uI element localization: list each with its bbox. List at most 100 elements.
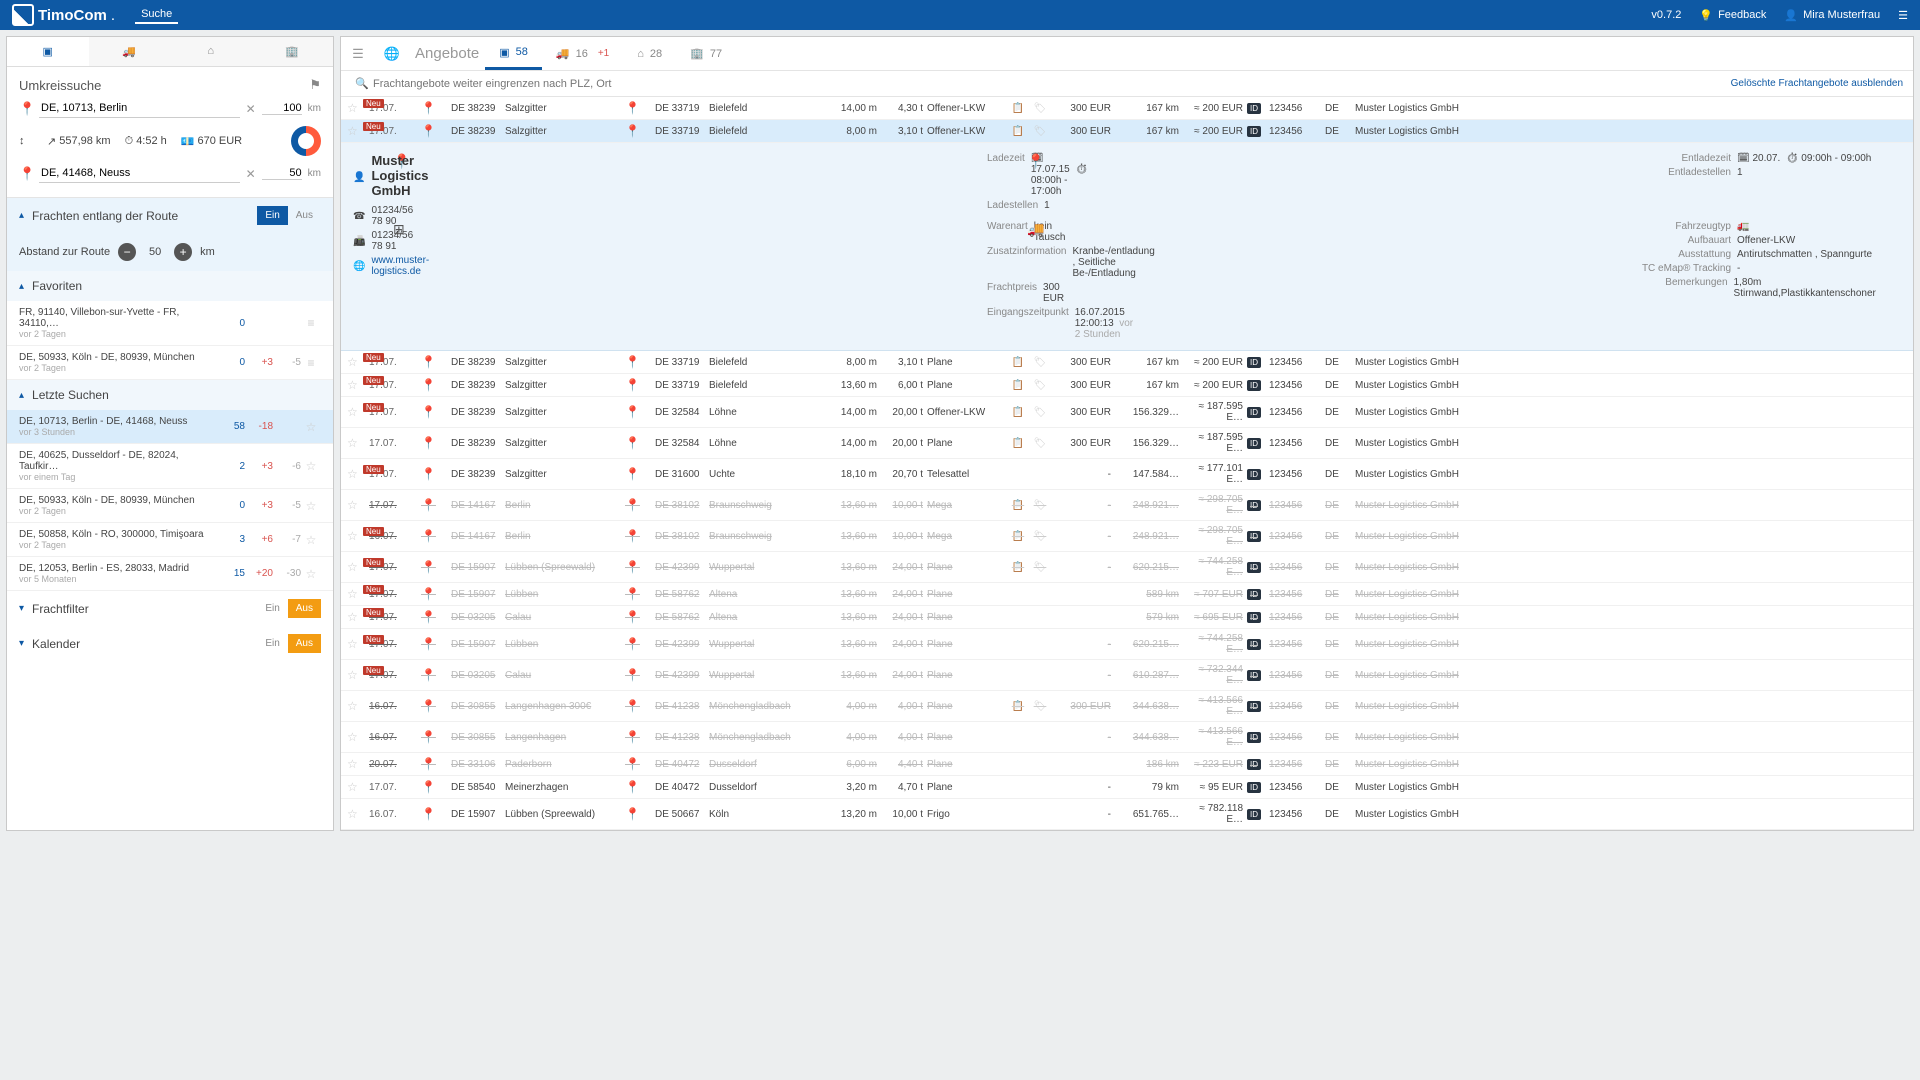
list-item[interactable]: FR, 91140, Villebon-sur-Yvette - FR, 341…	[7, 301, 333, 346]
id-badge: ID	[1247, 782, 1261, 793]
donut-chart	[291, 126, 321, 156]
user-menu[interactable]: 👤 Mira Musterfrau	[1784, 9, 1880, 22]
route-section[interactable]: ▴Frachten entlang der Route EinAus	[7, 198, 333, 233]
table-row[interactable]: ☆ Neu17.07. 📍 DE 38239 Salzgitter 📍 DE 3…	[341, 351, 1913, 374]
start-input[interactable]	[39, 99, 240, 118]
star-icon[interactable]: ☆	[347, 699, 369, 713]
phone-icon: ☎	[353, 211, 365, 222]
side-tab-freight-icon[interactable]: ▣	[7, 37, 89, 66]
hide-deleted-link[interactable]: Gelöschte Frachtangebote ausblenden	[1731, 78, 1903, 89]
table-row[interactable]: ☆ 16.07. 📍 DE 30855 Langenhagen 📍 DE 412…	[341, 722, 1913, 753]
tab-truck[interactable]: 🚚 16+1	[542, 37, 623, 70]
star-icon[interactable]: ☆	[347, 436, 369, 450]
list-item[interactable]: DE, 40625, Dusseldorf - DE, 82024, Taufk…	[7, 444, 333, 489]
feedback-link[interactable]: 💡 Feedback	[1699, 9, 1766, 22]
umkreis-panel: Umkreissuche⚑ 📍 ✕ km ↕ ↗ 557,98 km ⏱ 4:5…	[7, 67, 333, 198]
start-radius-input[interactable]	[262, 102, 302, 115]
side-tab-truck-icon[interactable]: 🚚	[89, 37, 171, 66]
id-badge: ID	[1247, 639, 1261, 650]
star-icon[interactable]: ☆	[347, 730, 369, 744]
star-icon[interactable]: ☆	[301, 533, 321, 547]
side-tab-building-icon[interactable]: 🏢	[252, 37, 334, 66]
dest-radius-input[interactable]	[262, 167, 302, 180]
recent-section[interactable]: ▴Letzte Suchen	[7, 380, 333, 410]
filter-icon[interactable]: ⚑	[309, 77, 321, 93]
row-detail: 📍 Ladezeit🗓 17.07.15 ⏱ 08:00h - 17:00h L…	[341, 143, 1913, 351]
list-item[interactable]: DE, 50858, Köln - RO, 300000, Timişoarav…	[7, 523, 333, 557]
angebote-label: Angebote	[409, 45, 485, 62]
umkreis-title: Umkreissuche	[19, 78, 101, 93]
metrics: ↕ ↗ 557,98 km ⏱ 4:52 h 💶 670 EUR	[19, 122, 321, 160]
id-badge: ID	[1247, 500, 1261, 511]
id-badge: ID	[1247, 380, 1261, 391]
table-row[interactable]: ☆ Neu17.07. 📍 DE 03205 Calau 📍 DE 42399 …	[341, 660, 1913, 691]
star-icon[interactable]: ☆	[301, 567, 321, 581]
star-icon[interactable]: ☆	[347, 807, 369, 821]
start-pin-icon: 📍	[19, 101, 33, 117]
fav-section[interactable]: ▴Favoriten	[7, 271, 333, 301]
plus-button[interactable]: +	[174, 243, 192, 261]
app-header: TimoCom. Suche v0.7.2 💡 Feedback 👤 Mira …	[0, 0, 1920, 30]
table-row[interactable]: ☆ 17.07. 📍 DE 58540 Meinerzhagen 📍 DE 40…	[341, 776, 1913, 799]
list-item[interactable]: DE, 50933, Köln - DE, 80939, Münchenvor …	[7, 489, 333, 523]
table-row[interactable]: ☆ Neu16.07. 📍 DE 14167 Berlin 📍 DE 38102…	[341, 521, 1913, 552]
clear-dest-icon[interactable]: ✕	[246, 167, 256, 181]
side-tab-warehouse-icon[interactable]: ⌂	[170, 37, 252, 66]
tab-freight[interactable]: ▣ 58	[485, 37, 542, 70]
star-icon[interactable]: ☆	[301, 459, 321, 473]
star-icon[interactable]: ≡	[301, 316, 321, 330]
table-row[interactable]: ☆ 17.07. 📍 DE 14167 Berlin 📍 DE 38102 Br…	[341, 490, 1913, 521]
sidebar: ▣ 🚚 ⌂ 🏢 Umkreissuche⚑ 📍 ✕ km ↕ ↗ 557,98 …	[6, 36, 334, 831]
table-row[interactable]: ☆ Neu17.07. 📍 DE 38239 Salzgitter 📍 DE 3…	[341, 374, 1913, 397]
menu-icon[interactable]: ☰	[1898, 9, 1908, 22]
dest-input[interactable]	[39, 164, 240, 183]
table-row[interactable]: ☆ 16.07. 📍 DE 15907 Lübben (Spreewald) 📍…	[341, 799, 1913, 830]
table-row[interactable]: ☆ 16.07. 📍 DE 30855 Langenhagen 300€ 📍 D…	[341, 691, 1913, 722]
table-row[interactable]: ☆ 20.07. 📍 DE 33106 Paderborn 📍 DE 40472…	[341, 753, 1913, 776]
person-icon: 👤	[353, 172, 365, 183]
star-icon[interactable]: ☆	[301, 499, 321, 513]
kalender-section[interactable]: ▾Kalender EinAus	[7, 626, 333, 661]
frachtfilter-section[interactable]: ▾Frachtfilter EinAus	[7, 591, 333, 626]
table-row[interactable]: ☆ Neu17.07. 📍 DE 38239 Salzgitter 📍 DE 3…	[341, 397, 1913, 428]
search-icon[interactable]: 🔍	[351, 77, 373, 90]
star-icon[interactable]: ☆	[347, 780, 369, 794]
search-input[interactable]	[373, 78, 1731, 90]
tab-suche[interactable]: Suche	[135, 6, 178, 24]
list-item[interactable]: DE, 10713, Berlin - DE, 41468, Neussvor …	[7, 410, 333, 444]
list-item[interactable]: DE, 50933, Köln - DE, 80939, Münchenvor …	[7, 346, 333, 380]
tab-building[interactable]: 🏢 77	[676, 37, 736, 70]
route-aus[interactable]: Aus	[288, 206, 321, 225]
table-row[interactable]: ☆ Neu17.07. 📍 DE 38239 Salzgitter 📍 DE 3…	[341, 97, 1913, 120]
logo: TimoCom.	[12, 4, 115, 26]
id-badge: ID	[1247, 701, 1261, 712]
load-pin-icon: 📍	[393, 153, 977, 211]
id-badge: ID	[1247, 670, 1261, 681]
id-badge: ID	[1247, 759, 1261, 770]
table-row[interactable]: ☆ Neu17.07. 📍 DE 15907 Lübben 📍 DE 42399…	[341, 629, 1913, 660]
minus-button[interactable]: −	[118, 243, 136, 261]
route-ein[interactable]: Ein	[257, 206, 287, 225]
star-icon[interactable]: ☆	[301, 420, 321, 434]
table-row[interactable]: ☆ 17.07. 📍 DE 38239 Salzgitter 📍 DE 3258…	[341, 428, 1913, 459]
fax-icon: 📠	[353, 236, 365, 247]
id-badge: ID	[1247, 732, 1261, 743]
list-item[interactable]: DE, 12053, Berlin - ES, 28033, Madridvor…	[7, 557, 333, 591]
list-icon[interactable]: ☰	[341, 46, 375, 62]
table-row[interactable]: ☆ Neu17.07. 📍 DE 15907 Lübben (Spreewald…	[341, 552, 1913, 583]
clear-start-icon[interactable]: ✕	[246, 102, 256, 116]
table-row[interactable]: ☆ Neu17.07. 📍 DE 38239 Salzgitter 📍 DE 3…	[341, 120, 1913, 143]
dest-pin-icon: 📍	[19, 166, 33, 182]
tab-warehouse[interactable]: ⌂ 28	[623, 37, 676, 70]
star-icon[interactable]: ☆	[347, 757, 369, 771]
globe-icon[interactable]: 🌐	[375, 46, 409, 62]
id-badge: ID	[1247, 438, 1261, 449]
table-row[interactable]: ☆ Neu17.07. 📍 DE 03205 Calau 📍 DE 58762 …	[341, 606, 1913, 629]
table-row[interactable]: ☆ Neu17.07. 📍 DE 38239 Salzgitter 📍 DE 3…	[341, 459, 1913, 490]
star-icon[interactable]: ≡	[301, 356, 321, 370]
id-badge: ID	[1247, 612, 1261, 623]
id-badge: ID	[1247, 531, 1261, 542]
unload-pin-icon: 📍	[1027, 153, 1611, 211]
star-icon[interactable]: ☆	[347, 498, 369, 512]
table-row[interactable]: ☆ Neu17.07. 📍 DE 15907 Lübben 📍 DE 58762…	[341, 583, 1913, 606]
